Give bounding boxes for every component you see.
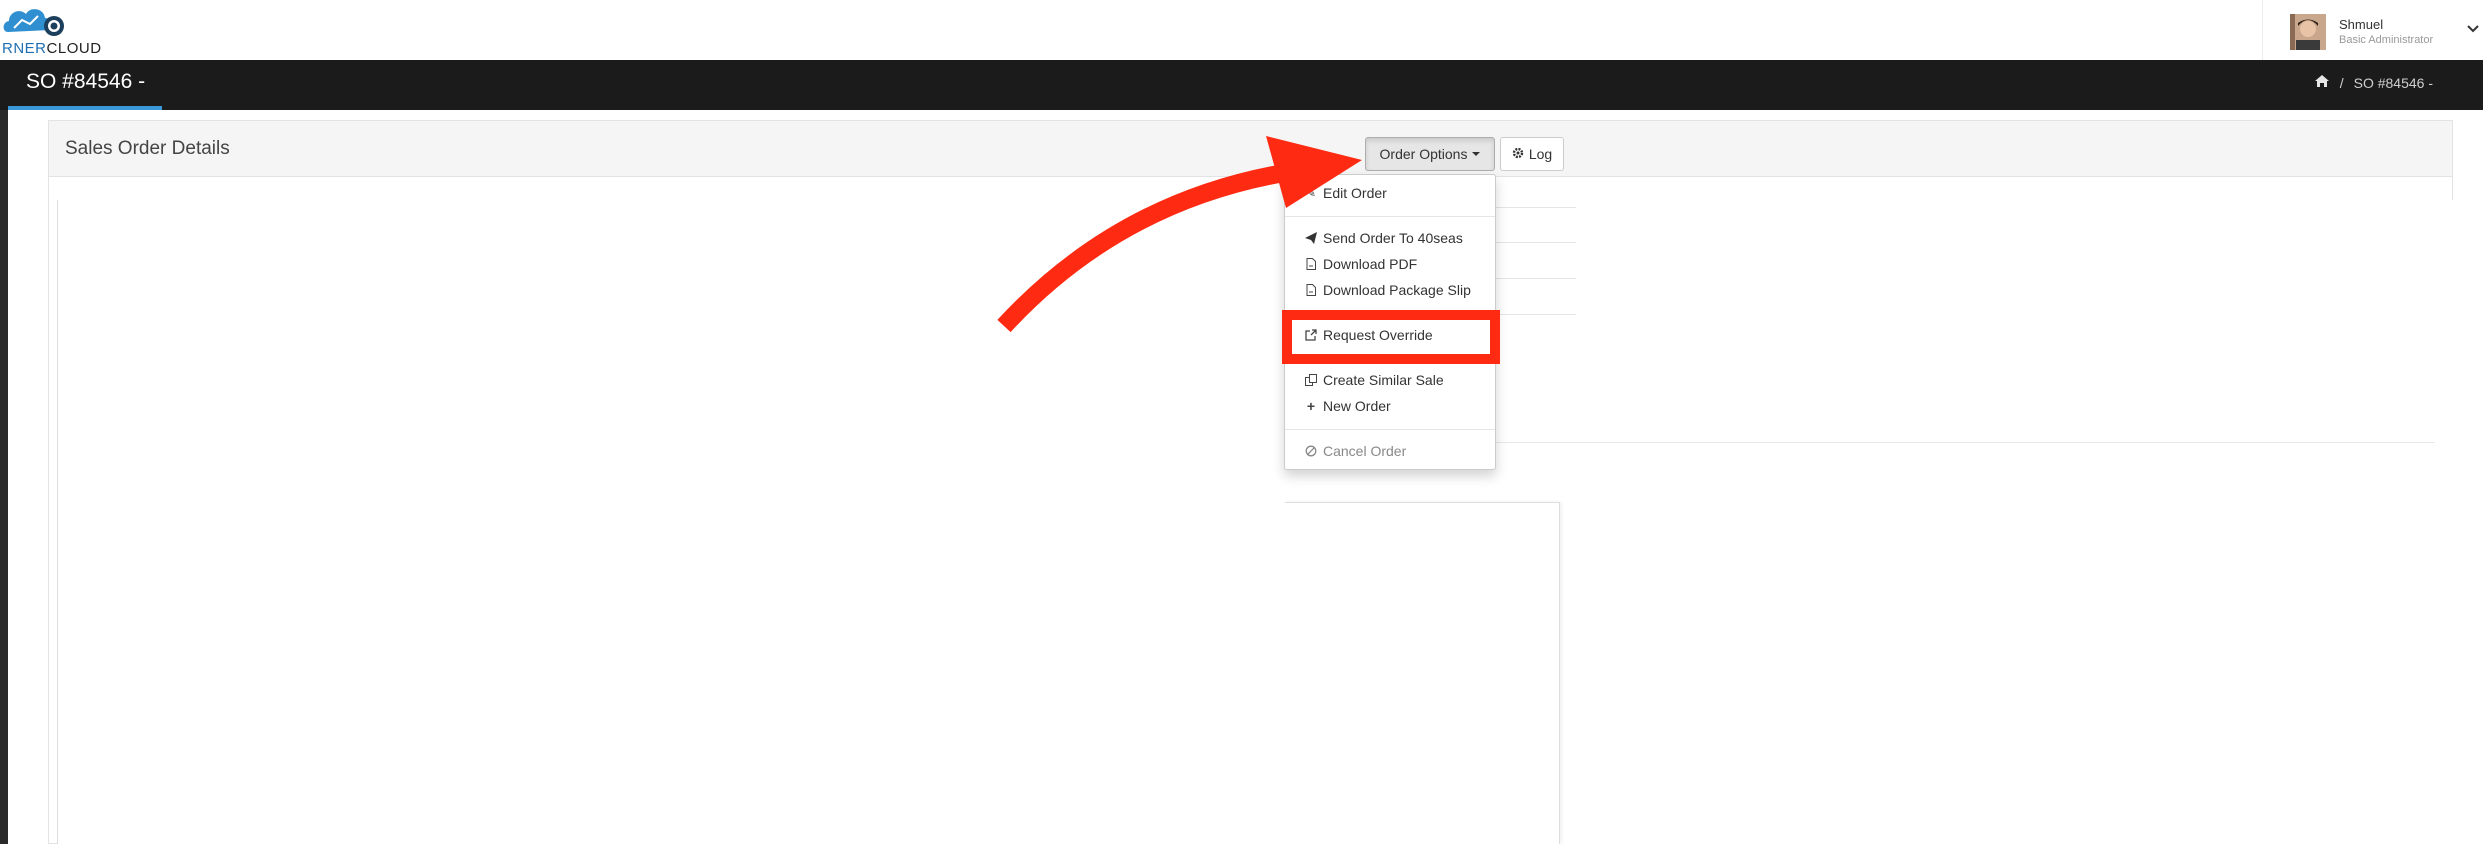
avatar: [2290, 14, 2326, 50]
annotation-arrow-icon: [997, 136, 1362, 333]
menu-item-new-order[interactable]: + New Order: [1285, 394, 1495, 418]
menu-divider: [1285, 429, 1495, 430]
breadcrumb-separator: /: [2339, 74, 2344, 91]
panel-title: Sales Order Details: [65, 138, 230, 159]
user-role: Basic Administrator: [2339, 34, 2434, 46]
log-button[interactable]: Log: [1500, 137, 1564, 171]
caret-down-icon: [1472, 152, 1481, 156]
user-name: Shmuel: [2339, 17, 2384, 32]
user-menu[interactable]: Shmuel Basic Administrator: [2262, 0, 2483, 60]
title-bar: [0, 60, 2483, 110]
order-options-button[interactable]: Order Options: [1365, 137, 1495, 171]
copy-icon: [1305, 374, 1317, 386]
chevron-down-icon[interactable]: [2467, 20, 2479, 36]
page-title: SO #84546 -: [26, 70, 146, 93]
ban-icon: [1305, 445, 1317, 457]
gear-icon: [1512, 146, 1524, 162]
logo-text: RNERCLOUD: [2, 40, 102, 57]
breadcrumb: / SO #84546 -: [2314, 74, 2433, 91]
title-accent-bar: [8, 106, 162, 110]
plus-icon: +: [1306, 398, 1316, 414]
content-card: [1285, 502, 1560, 844]
breadcrumb-current: SO #84546 -: [2353, 74, 2433, 91]
sidebar-strip: [0, 110, 8, 844]
home-icon[interactable]: [2314, 74, 2330, 91]
menu-item-cancel-order[interactable]: Cancel Order: [1285, 439, 1495, 463]
top-bar: RNERCLOUD Shmuel Basic Administrator: [0, 0, 2483, 60]
menu-item-create-similar-sale[interactable]: Create Similar Sale: [1285, 368, 1495, 392]
company-logo[interactable]: RNERCLOUD: [0, 0, 122, 60]
cloud-logo-icon: [3, 9, 64, 36]
